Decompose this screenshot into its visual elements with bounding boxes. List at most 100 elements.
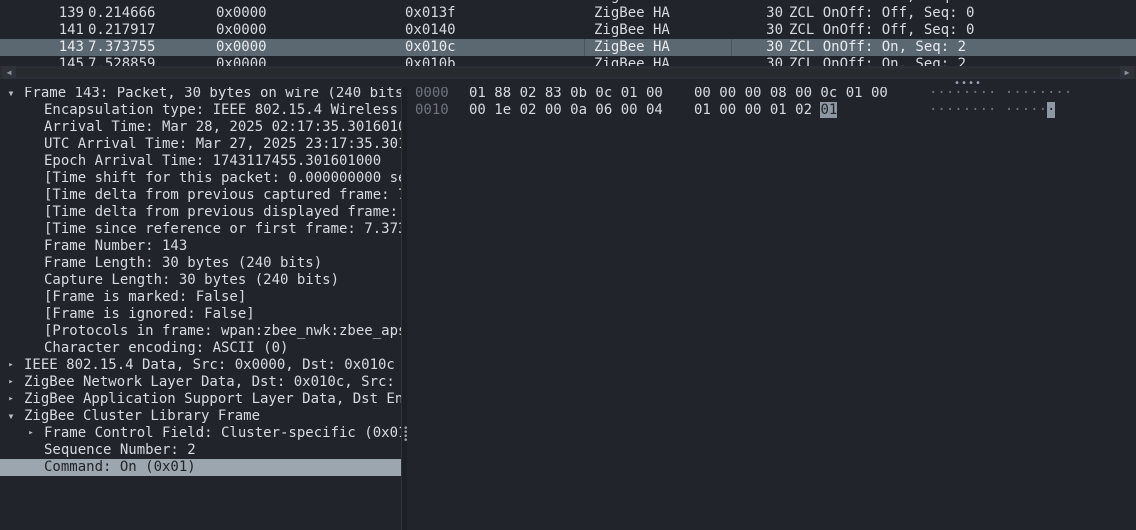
packet-number: 145 — [58, 56, 84, 66]
triangle-right-icon[interactable]: ▸ — [5, 374, 17, 391]
packet-info: ZCL OnOff: On, Seq: 2 — [789, 56, 967, 66]
tree-item[interactable]: UTC Arrival Time: Mar 27, 2025 23:17:35.… — [0, 136, 401, 153]
packet-info: ZCL OnOff: On, Seq: 2 — [789, 39, 967, 55]
packet-info: ZCL OnOff: Off, Seq: 0 — [789, 22, 975, 38]
tree-item-label: ZigBee Application Support Layer Data, D… — [24, 391, 401, 407]
tree-item-label: ZigBee Network Layer Data, Dst: 0x010c, … — [24, 374, 395, 390]
ascii-dump: ········ ········ — [929, 87, 1072, 102]
packet-protocol: ZigBee HA — [594, 5, 670, 21]
packet-number: 139 — [58, 5, 84, 21]
packet-bytes-pane[interactable]: 0000 01 88 02 83 0b 0c 01 00 00 00 00 08 0… — [407, 87, 1136, 530]
tree-item-label: Character encoding: ASCII (0) — [44, 340, 289, 356]
tree-item-label: UTC Arrival Time: Mar 27, 2025 23:17:35.… — [44, 136, 401, 152]
hex-bytes-group1[interactable]: 01 88 02 83 0b 0c 01 00 — [469, 87, 663, 102]
packet-destination: 0x010b — [405, 56, 456, 66]
ascii-text: ········ ········ — [929, 87, 1073, 101]
tree-item-label: Epoch Arrival Time: 1743117455.301601000 — [44, 153, 382, 169]
packet-row[interactable]: 145 7.528859 0x0000 0x010b ZigBee HA 30 ZCL On… — [0, 56, 1136, 66]
scrollbar-thumb[interactable] — [16, 69, 1120, 76]
tree-item-label: Encapsulation type: IEEE 802.15.4 Wirele… — [44, 102, 401, 118]
hex-bytes-group1[interactable]: 00 1e 02 00 0a 06 00 04 — [469, 102, 663, 119]
tree-item-label: IEEE 802.15.4 Data, Src: 0x0000, Dst: 0x… — [24, 357, 395, 373]
tree-item[interactable]: [Time shift for this packet: 0.000000000… — [0, 170, 401, 187]
packet-info: ZCL OnOff: Off, Seq: 0 — [789, 5, 975, 21]
packet-protocol: ZigBee HA — [594, 22, 670, 38]
tree-item[interactable]: Character encoding: ASCII (0) — [0, 340, 401, 357]
tree-item[interactable]: Encapsulation type: IEEE 802.15.4 Wirele… — [0, 102, 401, 119]
arrow-right-icon[interactable]: ▶ — [1120, 66, 1134, 79]
wireshark-window: 1380.2139130x00000x013eZigBee HA30ZCL On… — [0, 0, 1136, 530]
tree-item[interactable]: Capture Length: 30 bytes (240 bits) — [0, 272, 401, 289]
tree-item[interactable]: [Frame is marked: False] — [0, 289, 401, 306]
tree-item[interactable]: ▸ ZigBee Application Support Layer Data, … — [0, 391, 401, 408]
tree-item-label: Arrival Time: Mar 28, 2025 02:17:35.3016… — [44, 119, 401, 135]
packet-protocol: ZigBee HA — [594, 56, 670, 66]
tree-item-label: [Frame is marked: False] — [44, 289, 247, 305]
packet-length: 30 — [766, 56, 783, 66]
tree-item[interactable]: Command: On (0x01) — [0, 459, 401, 476]
ascii-char-selected[interactable]: · — [1047, 102, 1056, 118]
packet-source: 0x0000 — [216, 56, 267, 66]
hex-bytes-group2[interactable]: 01 00 00 01 02 01 — [694, 102, 838, 119]
tree-item-label: Frame Number: 143 — [44, 238, 188, 254]
tree-item-label: Frame 143: Packet, 30 bytes on wire (240… — [24, 87, 401, 101]
packet-list[interactable]: 1380.2139130x00000x013eZigBee HA30ZCL On… — [0, 0, 1136, 66]
packet-source: 0x0000 — [216, 39, 267, 55]
packet-row[interactable]: 141 0.217917 0x0000 0x0140 ZigBee HA 30 ZCL On… — [0, 22, 1136, 39]
triangle-right-icon[interactable]: ▸ — [25, 425, 37, 442]
tree-item[interactable]: Arrival Time: Mar 28, 2025 02:17:35.3016… — [0, 119, 401, 136]
tree-item[interactable]: ▾ ZigBee Cluster Library Frame — [0, 408, 401, 425]
tree-item[interactable]: Epoch Arrival Time: 1743117455.301601000 — [0, 153, 401, 170]
pane-splitter-horizontal[interactable]: •••• — [0, 79, 1136, 89]
packet-length: 30 — [766, 39, 783, 55]
hex-offset: 0000 — [415, 87, 449, 101]
tree-item-label: Frame Length: 30 bytes (240 bits) — [44, 255, 323, 271]
hex-bytes-group2[interactable]: 00 00 00 08 00 0c 01 00 — [694, 87, 888, 102]
packet-protocol: ZigBee HA — [594, 39, 670, 55]
packet-source: 0x0000 — [216, 5, 267, 21]
packet-number: 141 — [58, 22, 84, 38]
packet-time: 0.214666 — [88, 5, 156, 21]
hex-bytes: 01 00 00 01 02 — [694, 102, 813, 118]
tree-item-label: [Protocols in frame: wpan:zbee_nwk:zbee_… — [44, 323, 401, 339]
tree-item[interactable]: [Time since reference or first frame: 7.… — [0, 221, 401, 238]
tree-item-label: ZigBee Cluster Library Frame — [24, 408, 261, 424]
tree-item[interactable]: Frame Number: 143 — [0, 238, 401, 255]
tree-item[interactable]: [Protocols in frame: wpan:zbee_nwk:zbee_… — [0, 323, 401, 340]
tree-item[interactable]: ▸ Frame Control Field: Cluster-specific (… — [0, 425, 401, 442]
tree-item-label: [Time delta from previous captured frame… — [44, 187, 401, 203]
col-separator — [584, 39, 585, 56]
hex-byte-selected[interactable]: 01 — [820, 102, 838, 118]
triangle-down-icon[interactable]: ▾ — [5, 408, 17, 425]
tree-item[interactable]: ▸ IEEE 802.15.4 Data, Src: 0x0000, Dst: 0… — [0, 357, 401, 374]
tree-item[interactable]: [Time delta from previous captured frame… — [0, 187, 401, 204]
packet-number: 143 — [58, 39, 84, 55]
arrow-left-icon[interactable]: ◀ — [2, 66, 16, 79]
tree-item[interactable]: [Time delta from previous displayed fram… — [0, 204, 401, 221]
packet-destination: 0x0140 — [405, 22, 456, 38]
tree-item[interactable]: Sequence Number: 2 — [0, 442, 401, 459]
packet-row[interactable]: 139 0.214666 0x0000 0x013f ZigBee HA 30 ZCL On… — [0, 5, 1136, 22]
packet-destination: 0x010c — [405, 39, 456, 55]
packet-length: 30 — [766, 5, 783, 21]
tree-item[interactable]: [Frame is ignored: False] — [0, 306, 401, 323]
packet-length: 30 — [766, 22, 783, 38]
tree-item-label: Sequence Number: 2 — [44, 442, 196, 458]
tree-item-label: [Time shift for this packet: 0.000000000… — [44, 170, 401, 186]
packet-destination: 0x013f — [405, 5, 456, 21]
packet-time: 0.217917 — [88, 22, 156, 38]
tree-item[interactable]: ▾ Frame 143: Packet, 30 bytes on wire (24… — [0, 87, 401, 102]
hex-offset: 0010 — [415, 102, 449, 118]
tree-item[interactable]: ▸ ZigBee Network Layer Data, Dst: 0x010c,… — [0, 374, 401, 391]
triangle-right-icon[interactable]: ▸ — [5, 391, 17, 408]
tree-item[interactable]: Frame Length: 30 bytes (240 bits) — [0, 255, 401, 272]
tree-item-label: Capture Length: 30 bytes (240 bits) — [44, 272, 340, 288]
packet-details-tree[interactable]: ▾ Frame 143: Packet, 30 bytes on wire (24… — [0, 87, 401, 530]
packet-row[interactable]: 143 7.373755 0x0000 0x010c ZigBee HA 30 ZCL On… — [0, 39, 1136, 56]
tree-item-label: Command: On (0x01) — [44, 459, 196, 475]
tree-item-label: [Time since reference or first frame: 7.… — [44, 221, 401, 237]
triangle-down-icon[interactable]: ▾ — [5, 87, 17, 102]
triangle-right-icon[interactable]: ▸ — [5, 357, 17, 374]
ascii-text: ········ ····· — [929, 102, 1048, 118]
col-separator — [731, 39, 732, 56]
